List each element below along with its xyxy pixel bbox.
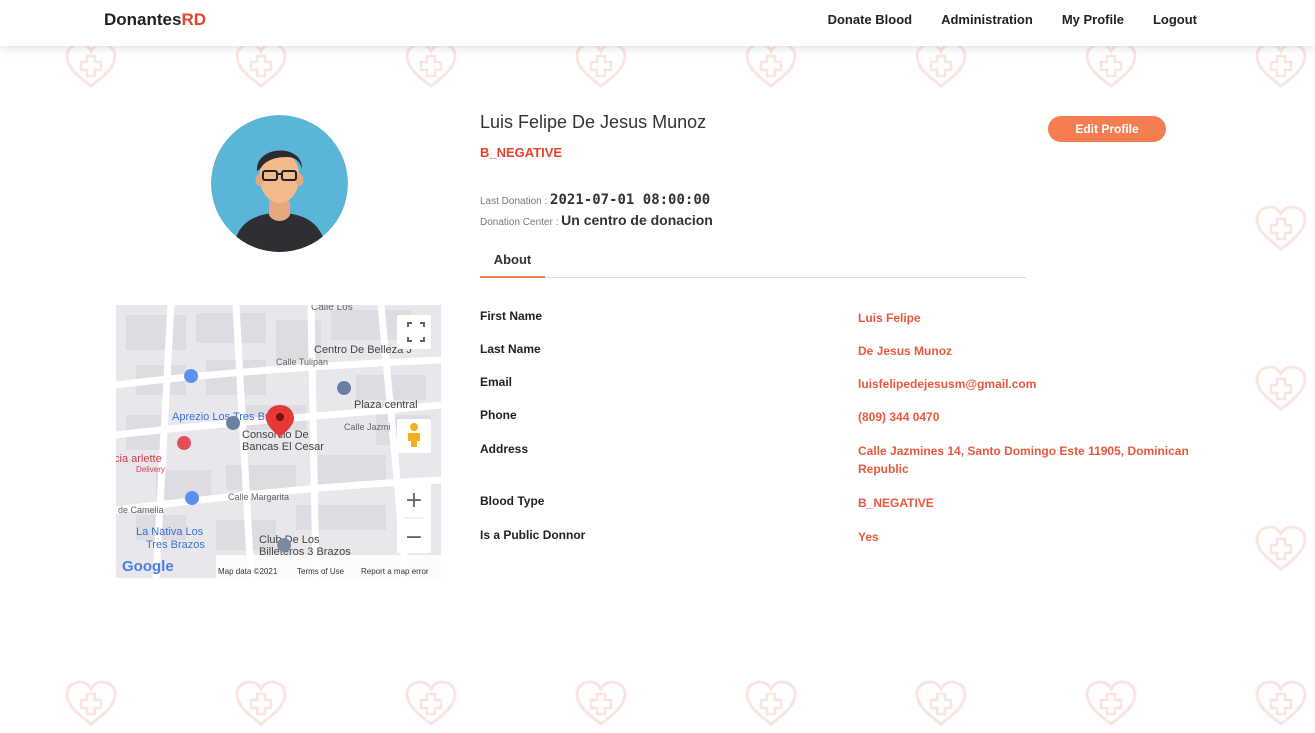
map-canvas[interactable]: Calle Los Calle Tulipan Calle Jazmi Call… <box>116 305 441 578</box>
map-street-label: Calle Margarita <box>228 492 289 502</box>
map-street-label: Calle Tulipan <box>276 357 328 367</box>
heart-watermark-icon <box>405 680 457 728</box>
zoom-in-button[interactable]: + <box>405 488 423 513</box>
detail-value: De Jesus Munoz <box>858 344 953 358</box>
map-zoom-controls[interactable]: + − <box>397 483 431 553</box>
tab-about[interactable]: About <box>480 247 545 278</box>
heart-watermark-icon <box>1085 680 1137 728</box>
detail-value: Luis Felipe <box>858 311 921 325</box>
pegman-icon[interactable] <box>397 419 431 453</box>
map-place-label: Billeteros 3 Brazos <box>259 546 351 558</box>
heart-watermark-icon <box>575 42 627 90</box>
donation-center: Donation Center : Un centro de donacion <box>480 212 713 228</box>
detail-label: Last Name <box>480 342 541 356</box>
heart-watermark-icon <box>915 680 967 728</box>
heart-watermark-icon <box>1255 205 1307 253</box>
heart-watermark-icon <box>745 42 797 90</box>
fullscreen-button[interactable] <box>397 315 431 349</box>
heart-watermark-icon <box>405 42 457 90</box>
heart-watermark-icon <box>235 680 287 728</box>
map-street-label: Calle Los <box>311 305 353 313</box>
brand-logo[interactable]: DonantesRD <box>104 10 206 30</box>
heart-watermark-icon <box>65 680 117 728</box>
nav-my-profile[interactable]: My Profile <box>1062 12 1124 27</box>
detail-value: Yes <box>858 530 879 544</box>
heart-watermark-icon <box>65 42 117 90</box>
map-terms-link[interactable]: Terms of Use <box>297 567 345 576</box>
avatar <box>211 115 348 252</box>
map-data-credit: Map data ©2021 <box>218 567 278 576</box>
last-donation-label: Last Donation : <box>480 196 551 207</box>
heart-watermark-icon <box>1255 525 1307 573</box>
heart-watermark-icon <box>1255 42 1307 90</box>
heart-watermark-icon <box>915 42 967 90</box>
map-street-label: Calle Jazmi <box>344 422 391 432</box>
map-place-label: Delivery <box>136 465 165 474</box>
top-navbar: DonantesRD Donate Blood Administration M… <box>0 0 1315 46</box>
heart-watermark-icon <box>1085 42 1137 90</box>
profile-panel: Luis Felipe De Jesus Munoz B_NEGATIVE Ed… <box>480 112 1230 544</box>
heart-watermark-icon <box>575 680 627 728</box>
detail-label: Blood Type <box>480 494 545 508</box>
heart-watermark-icon <box>235 42 287 90</box>
donation-center-label: Donation Center : <box>480 217 562 228</box>
detail-value: luisfelipedejesusm@gmail.com <box>858 377 1037 391</box>
donation-center-value: Un centro de donacion <box>561 212 713 228</box>
nav-logout[interactable]: Logout <box>1153 12 1197 27</box>
detail-label: Phone <box>480 408 517 422</box>
last-donation-value: 2021-07-01 08:00:00 <box>550 192 711 208</box>
map-place-label: Plaza central <box>354 399 418 411</box>
detail-value: Calle Jazmines 14, Santo Domingo Este 11… <box>858 444 1189 476</box>
map-place-label: Tres Brazos <box>146 539 205 551</box>
detail-value: (809) 344 0470 <box>858 410 940 424</box>
profile-tabs: About <box>480 247 1026 278</box>
last-donation: Last Donation : 2021-07-01 08:00:00 <box>480 192 710 208</box>
detail-label: Email <box>480 375 513 389</box>
nav-administration[interactable]: Administration <box>941 12 1033 27</box>
detail-label: Address <box>480 442 529 456</box>
heart-watermark-icon <box>745 680 797 728</box>
profile-blood-type: B_NEGATIVE <box>480 145 563 160</box>
location-map[interactable]: Calle Los Calle Tulipan Calle Jazmi Call… <box>116 305 441 578</box>
user-avatar-icon <box>211 115 348 252</box>
edit-profile-button[interactable]: Edit Profile <box>1048 116 1166 142</box>
heart-watermark-icon <box>1255 365 1307 413</box>
map-report-link[interactable]: Report a map error <box>361 567 429 576</box>
heart-watermark-icon <box>1255 680 1307 728</box>
nav-links: Donate Blood Administration My Profile L… <box>828 12 1197 27</box>
detail-value: B_NEGATIVE <box>858 496 934 510</box>
map-place-label: Bancas El Cesar <box>242 441 324 453</box>
google-logo: Google <box>122 558 174 575</box>
detail-label: Is a Public Donnor <box>480 528 586 542</box>
detail-label: First Name <box>480 309 543 323</box>
map-place-label: La Nativa Los <box>136 526 204 538</box>
nav-donate-blood[interactable]: Donate Blood <box>828 12 913 27</box>
map-place-label: cia arlette <box>116 453 162 465</box>
map-street-label: de Camelia <box>118 505 164 515</box>
zoom-out-button[interactable]: − <box>405 525 423 550</box>
